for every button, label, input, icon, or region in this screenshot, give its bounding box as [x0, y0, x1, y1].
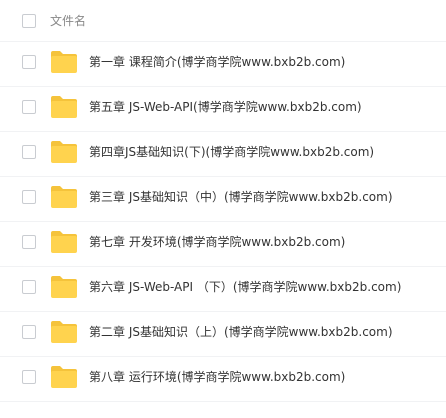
list-item[interactable]: 第三章 JS基础知识（中）(博学商学院www.bxb2b.com)	[0, 177, 446, 222]
file-list-header: 文件名	[0, 0, 446, 42]
row-checkbox[interactable]	[22, 370, 36, 384]
file-name[interactable]: 第二章 JS基础知识（上）(博学商学院www.bxb2b.com)	[89, 323, 393, 341]
file-name[interactable]: 第七章 开发环境(博学商学院www.bxb2b.com)	[89, 233, 345, 251]
list-item[interactable]: 第四章JS基础知识(下)(博学商学院www.bxb2b.com)	[0, 132, 446, 177]
file-name[interactable]: 第六章 JS-Web-API （下）(博学商学院www.bxb2b.com)	[89, 278, 401, 296]
folder-icon	[50, 185, 78, 209]
folder-icon	[50, 95, 78, 119]
select-all-checkbox[interactable]	[22, 14, 36, 28]
list-item[interactable]: 第七章 开发环境(博学商学院www.bxb2b.com)	[0, 222, 446, 267]
file-list: 文件名 第一章 课程简介(博学商学院www.bxb2b.com) 第五章 JS-W…	[0, 0, 446, 418]
file-name[interactable]: 第一章 课程简介(博学商学院www.bxb2b.com)	[89, 53, 345, 71]
row-checkbox[interactable]	[22, 100, 36, 114]
folder-icon	[50, 365, 78, 389]
file-name[interactable]: 第八章 运行环境(博学商学院www.bxb2b.com)	[89, 368, 345, 386]
file-name[interactable]: 第四章JS基础知识(下)(博学商学院www.bxb2b.com)	[89, 143, 374, 161]
list-item[interactable]: 第一章 课程简介(博学商学院www.bxb2b.com)	[0, 42, 446, 87]
list-item[interactable]: 第五章 JS-Web-API(博学商学院www.bxb2b.com)	[0, 87, 446, 132]
row-checkbox[interactable]	[22, 280, 36, 294]
row-checkbox[interactable]	[22, 235, 36, 249]
row-checkbox[interactable]	[22, 145, 36, 159]
list-item[interactable]: 第六章 JS-Web-API （下）(博学商学院www.bxb2b.com)	[0, 267, 446, 312]
folder-icon	[50, 275, 78, 299]
file-name[interactable]: 第三章 JS基础知识（中）(博学商学院www.bxb2b.com)	[89, 188, 393, 206]
file-rows: 第一章 课程简介(博学商学院www.bxb2b.com) 第五章 JS-Web-A…	[0, 42, 446, 402]
name-column-header[interactable]: 文件名	[50, 12, 86, 30]
list-item[interactable]: 第二章 JS基础知识（上）(博学商学院www.bxb2b.com)	[0, 312, 446, 357]
row-checkbox[interactable]	[22, 325, 36, 339]
folder-icon	[50, 50, 78, 74]
folder-icon	[50, 230, 78, 254]
list-item[interactable]: 第八章 运行环境(博学商学院www.bxb2b.com)	[0, 357, 446, 402]
row-checkbox[interactable]	[22, 190, 36, 204]
folder-icon	[50, 320, 78, 344]
row-checkbox[interactable]	[22, 55, 36, 69]
folder-icon	[50, 140, 78, 164]
file-name[interactable]: 第五章 JS-Web-API(博学商学院www.bxb2b.com)	[89, 98, 362, 116]
